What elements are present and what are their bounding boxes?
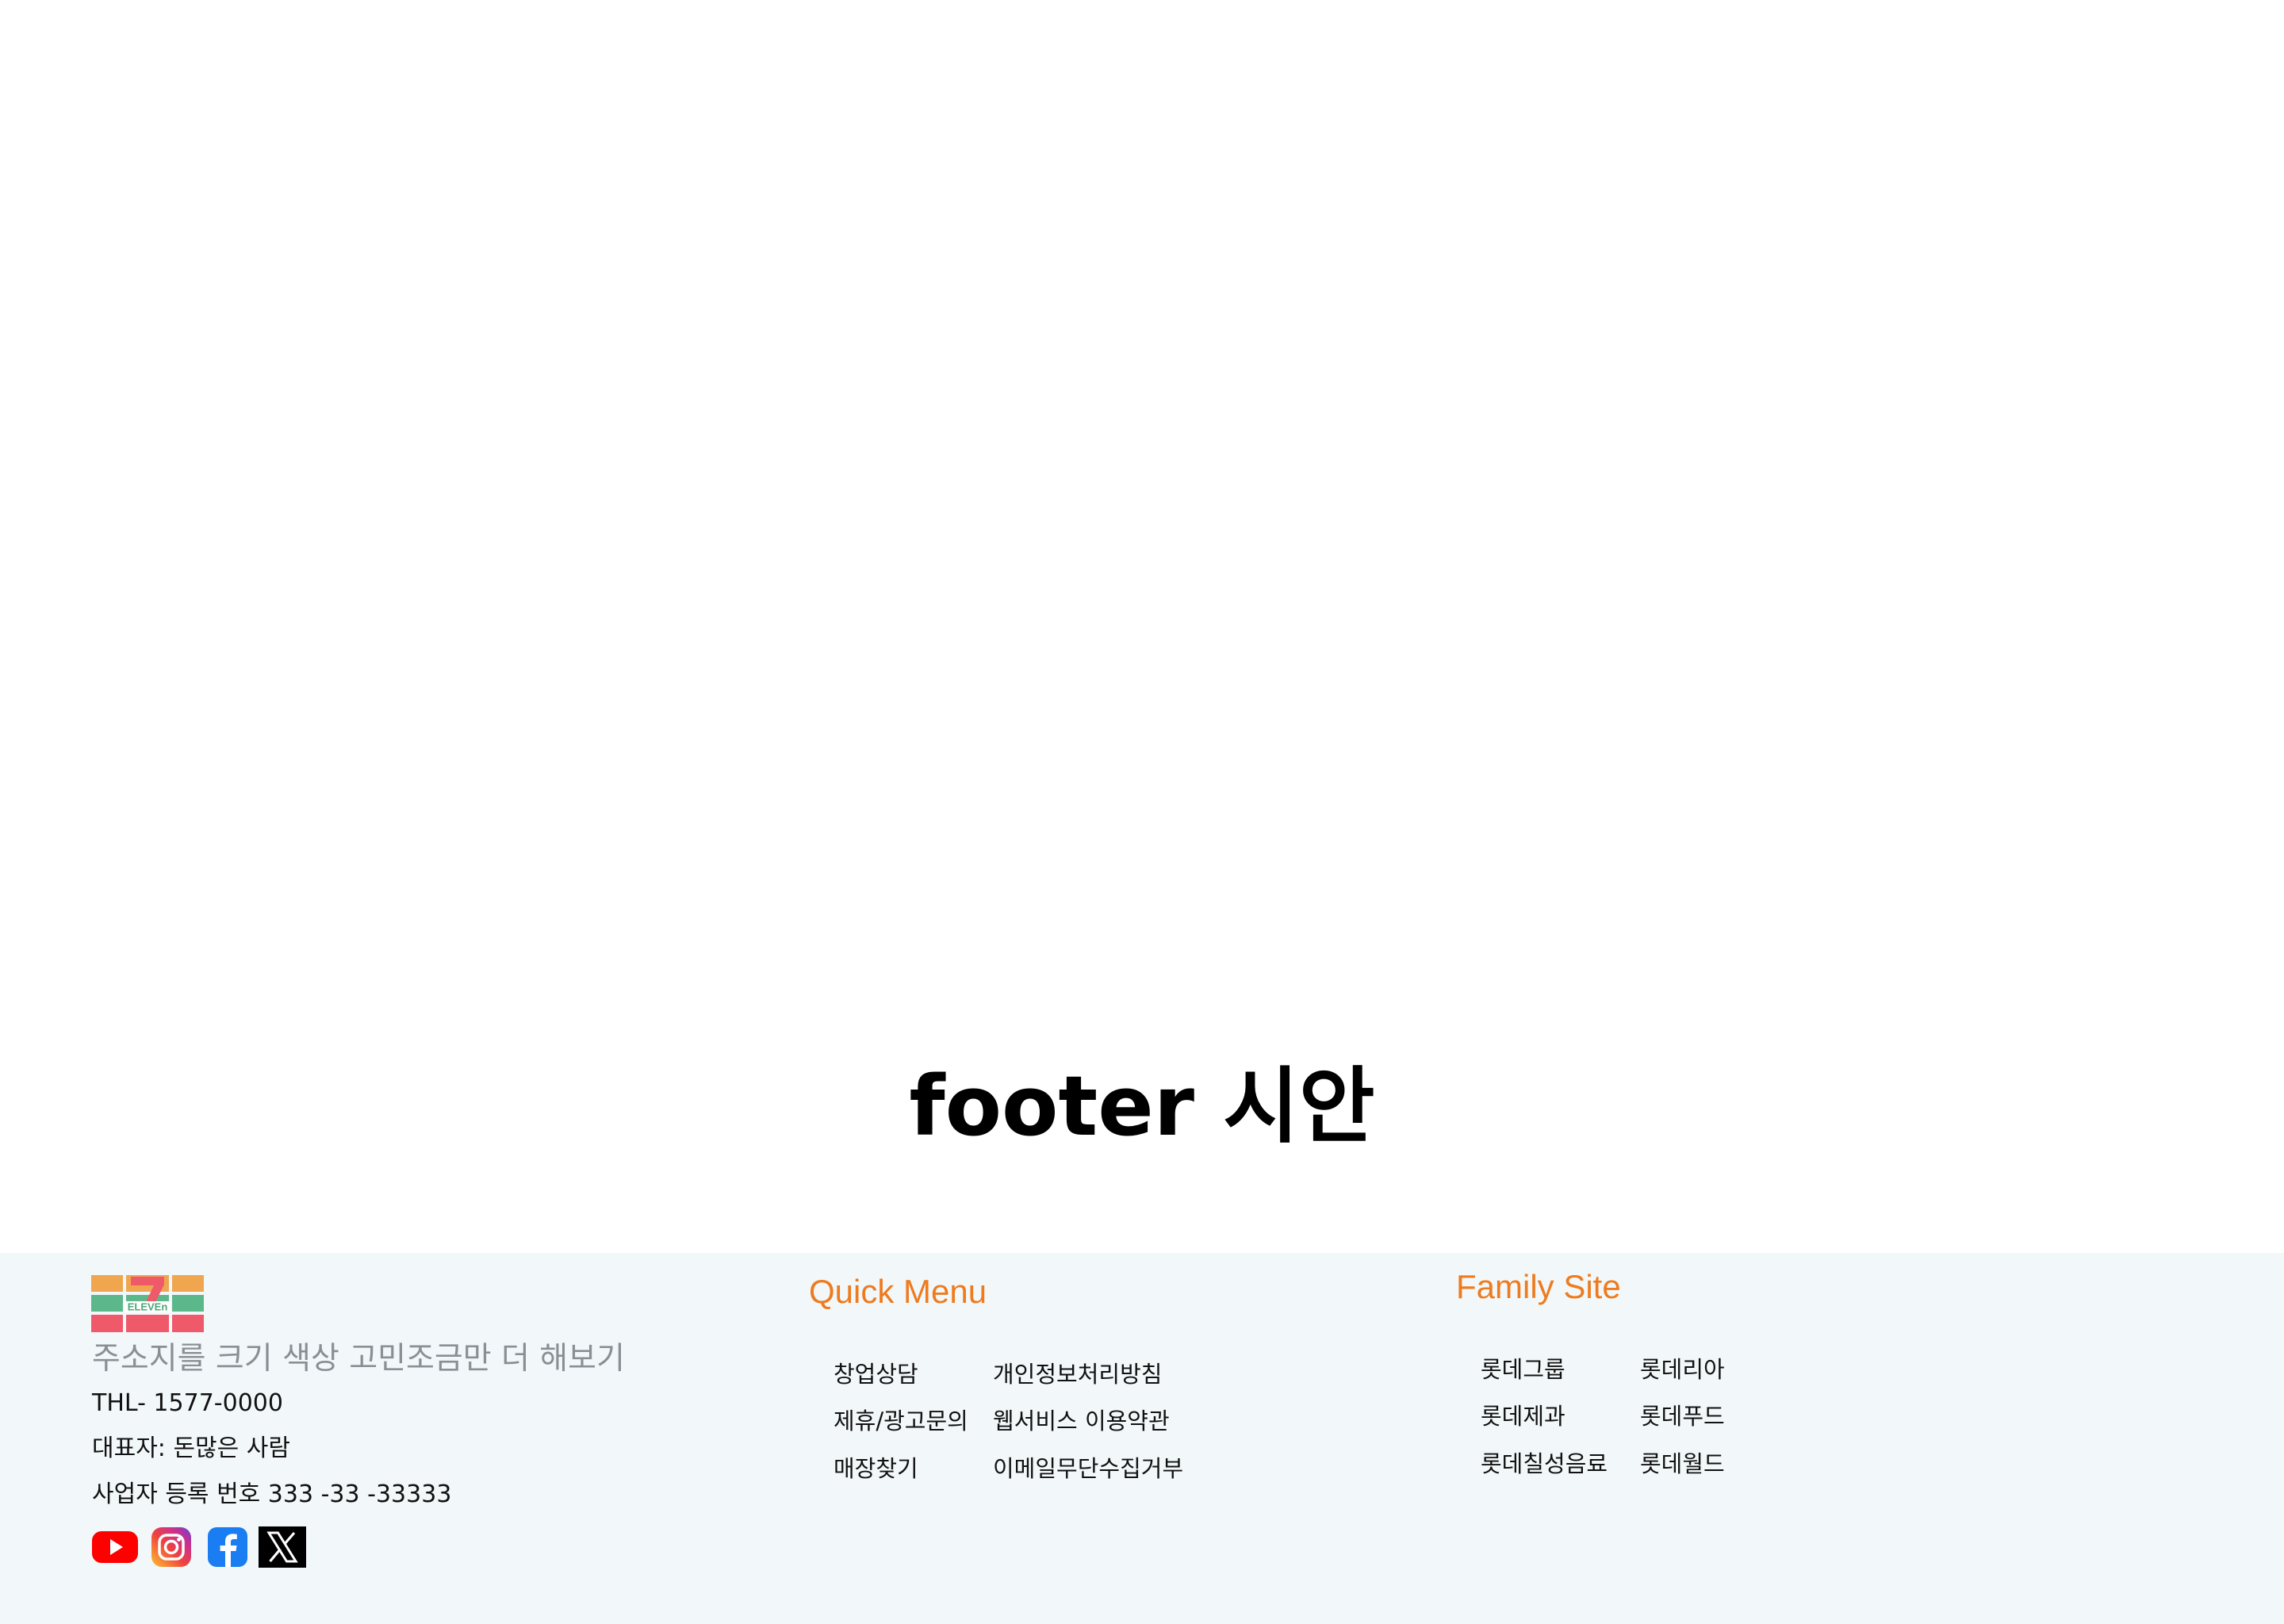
x-icon[interactable]: [259, 1526, 306, 1571]
footer-business-number: 사업자 등록 번호 333 -33 -33333: [92, 1480, 452, 1508]
family-site-link-lotte-group[interactable]: 롯데그룹: [1481, 1354, 1565, 1385]
footer-tel: THL- 1577-0000: [92, 1389, 283, 1417]
site-footer: ELEVEn 주소지를 크기 색상 고민조금만 더 해보기 THL- 1577-…: [0, 1253, 2284, 1624]
footer-address: 주소지를 크기 색상 고민조금만 더 해보기: [92, 1341, 625, 1377]
svg-text:ELEVEn: ELEVEn: [128, 1301, 168, 1313]
quick-menu-link-startup[interactable]: 창업상담: [834, 1358, 918, 1390]
family-site-title: Family Site: [1456, 1268, 1621, 1305]
seven-eleven-logo-icon: ELEVEn: [91, 1275, 204, 1332]
instagram-icon[interactable]: [151, 1526, 192, 1571]
family-site-link-lotte-foods[interactable]: 롯데푸드: [1640, 1400, 1725, 1432]
family-site-link-lotteria[interactable]: 롯데리아: [1640, 1354, 1725, 1385]
quick-menu-link-store-finder[interactable]: 매장찾기: [834, 1453, 918, 1484]
youtube-icon[interactable]: [92, 1526, 138, 1571]
quick-menu-link-email-refusal[interactable]: 이메일무단수집거부: [993, 1453, 1183, 1484]
family-site-link-lotte-chilsung[interactable]: 롯데칠성음료: [1481, 1448, 1608, 1480]
quick-menu-link-terms[interactable]: 웹서비스 이용약관: [993, 1405, 1170, 1437]
quick-menu-link-privacy-policy[interactable]: 개인정보처리방침: [993, 1358, 1162, 1390]
family-site-link-lotte-world[interactable]: 롯데월드: [1640, 1448, 1725, 1480]
facebook-icon[interactable]: [208, 1526, 247, 1571]
quick-menu-title: Quick Menu: [809, 1273, 987, 1310]
footer-ceo: 대표자: 돈많은 사람: [92, 1434, 290, 1462]
page-title: footer 시안: [909, 1058, 1375, 1155]
family-site-link-lotte-confectionery[interactable]: 롯데제과: [1481, 1400, 1565, 1432]
seven-eleven-logo[interactable]: ELEVEn: [91, 1275, 204, 1332]
quick-menu-link-partnership[interactable]: 제휴/광고문의: [834, 1405, 968, 1437]
